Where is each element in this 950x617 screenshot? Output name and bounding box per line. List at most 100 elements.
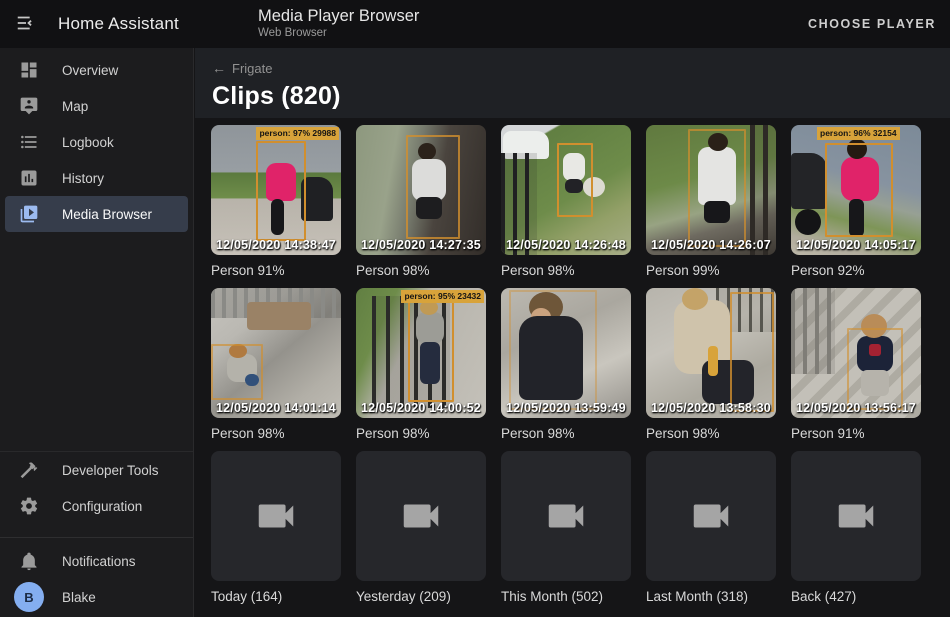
clip-timestamp: 12/05/2020 13:58:30 [651, 401, 771, 415]
app-bar: Home Assistant Media Player Browser Web … [0, 0, 950, 48]
sidebar-bottom: Developer Tools Configuration Notificati… [0, 451, 193, 617]
sidebar-item-logbook[interactable]: Logbook [5, 124, 188, 160]
clip-card[interactable]: 12/05/2020 13:56:17 Person 91% [791, 288, 921, 441]
thumbnail-art [791, 153, 827, 209]
tooltip-account-icon [17, 94, 41, 118]
clip-timestamp: 12/05/2020 13:56:17 [796, 401, 916, 415]
folder-card-today[interactable]: Today (164) [211, 451, 341, 604]
clip-caption: Person 92% [791, 263, 921, 278]
chart-box-icon [17, 166, 41, 190]
sidebar-item-label: Map [62, 99, 88, 114]
detection-box [825, 143, 893, 237]
folder-tile[interactable] [646, 451, 776, 581]
folder-tile[interactable] [791, 451, 921, 581]
clip-caption: Person 99% [646, 263, 776, 278]
sidebar-item-overview[interactable]: Overview [5, 52, 188, 88]
folder-tile[interactable] [211, 451, 341, 581]
sidebar-item-user-profile[interactable]: B Blake [5, 579, 188, 615]
home-assistant-app: Home Assistant Media Player Browser Web … [0, 0, 950, 617]
clip-thumbnail[interactable]: 12/05/2020 14:27:35 [356, 125, 486, 255]
clip-card[interactable]: 12/05/2020 13:59:49 Person 98% [501, 288, 631, 441]
sidebar: Overview Map Logbook History [0, 48, 194, 617]
play-box-multiple-icon [17, 202, 41, 226]
clip-caption: Person 98% [501, 263, 631, 278]
breadcrumb-label: Frigate [232, 61, 272, 76]
video-camera-icon [833, 493, 879, 539]
clip-caption: Person 98% [646, 426, 776, 441]
clip-card[interactable]: person: 96% 32154 12/05/2020 14:05:17 Pe… [791, 125, 921, 278]
folder-card-last-month[interactable]: Last Month (318) [646, 451, 776, 604]
clip-thumbnail[interactable]: 12/05/2020 14:26:48 [501, 125, 631, 255]
clip-card[interactable]: person: 95% 23432 12/05/2020 14:00:52 Pe… [356, 288, 486, 441]
sidebar-item-media-browser[interactable]: Media Browser [5, 196, 188, 232]
clip-timestamp: 12/05/2020 14:27:35 [361, 238, 481, 252]
sidebar-toggle-button[interactable] [6, 4, 46, 44]
user-name-label: Blake [62, 590, 96, 605]
media-player-subtitle: Web Browser [258, 27, 419, 39]
clip-timestamp: 12/05/2020 14:01:14 [216, 401, 336, 415]
folder-card-back[interactable]: Back (427) [791, 451, 921, 604]
sidebar-item-notifications[interactable]: Notifications [5, 543, 188, 579]
thumbnail-art [750, 125, 776, 255]
detection-box [688, 129, 746, 247]
detection-box [256, 141, 306, 241]
sidebar-item-label: Configuration [62, 499, 142, 514]
sidebar-divider [0, 537, 193, 538]
clip-timestamp: 12/05/2020 14:26:07 [651, 238, 771, 252]
clip-caption: Person 98% [356, 426, 486, 441]
hammer-icon [17, 458, 41, 482]
detection-box [730, 292, 774, 412]
sidebar-item-map[interactable]: Map [5, 88, 188, 124]
clip-thumbnail[interactable]: 12/05/2020 13:59:49 [501, 288, 631, 418]
clips-grid: person: 97% 29988 12/05/2020 14:38:47 Pe… [195, 118, 950, 604]
bell-icon [17, 549, 41, 573]
sidebar-toggle-icon [15, 12, 37, 37]
app-title: Home Assistant [58, 14, 179, 34]
sidebar-item-developer-tools[interactable]: Developer Tools [5, 452, 188, 488]
folder-tile[interactable] [501, 451, 631, 581]
choose-player-button[interactable]: CHOOSE PLAYER [808, 0, 936, 48]
detection-label: person: 95% 23432 [401, 290, 484, 303]
video-camera-icon [398, 493, 444, 539]
clip-thumbnail[interactable]: 12/05/2020 14:01:14 [211, 288, 341, 418]
back-arrow-icon: ← [212, 60, 226, 76]
sidebar-item-label: Overview [62, 63, 118, 78]
video-camera-icon [253, 493, 299, 539]
media-player-header: Media Player Browser Web Browser [258, 7, 419, 39]
detection-box [211, 344, 263, 400]
detection-label: person: 96% 32154 [817, 127, 900, 140]
video-camera-icon [688, 493, 734, 539]
breadcrumb-back[interactable]: ← Frigate [212, 60, 272, 76]
clip-caption: Person 91% [791, 426, 921, 441]
clip-card[interactable]: person: 97% 29988 12/05/2020 14:38:47 Pe… [211, 125, 341, 278]
folder-card-yesterday[interactable]: Yesterday (209) [356, 451, 486, 604]
clip-thumbnail[interactable]: 12/05/2020 13:58:30 [646, 288, 776, 418]
clip-thumbnail[interactable]: person: 96% 32154 12/05/2020 14:05:17 [791, 125, 921, 255]
clip-card[interactable]: 12/05/2020 14:27:35 Person 98% [356, 125, 486, 278]
thumbnail-art [791, 288, 835, 374]
detection-box [557, 143, 593, 217]
clip-timestamp: 12/05/2020 14:38:47 [216, 238, 336, 252]
clip-thumbnail[interactable]: 12/05/2020 14:26:07 [646, 125, 776, 255]
clip-card[interactable]: 12/05/2020 14:01:14 Person 98% [211, 288, 341, 441]
folder-card-this-month[interactable]: This Month (502) [501, 451, 631, 604]
clip-card[interactable]: 12/05/2020 14:26:07 Person 99% [646, 125, 776, 278]
clip-timestamp: 12/05/2020 14:00:52 [361, 401, 481, 415]
clip-thumbnail[interactable]: 12/05/2020 13:56:17 [791, 288, 921, 418]
clip-thumbnail[interactable]: person: 95% 23432 12/05/2020 14:00:52 [356, 288, 486, 418]
folder-label: Yesterday (209) [356, 589, 486, 604]
folder-label: Last Month (318) [646, 589, 776, 604]
sidebar-item-label: Developer Tools [62, 463, 159, 478]
detection-box [847, 328, 903, 410]
clip-card[interactable]: 12/05/2020 13:58:30 Person 98% [646, 288, 776, 441]
sidebar-item-configuration[interactable]: Configuration [5, 488, 188, 524]
clip-card[interactable]: 12/05/2020 14:26:48 Person 98% [501, 125, 631, 278]
detection-box [408, 298, 454, 402]
folder-tile[interactable] [356, 451, 486, 581]
sidebar-item-history[interactable]: History [5, 160, 188, 196]
folder-label: This Month (502) [501, 589, 631, 604]
clip-caption: Person 98% [211, 426, 341, 441]
detection-box [406, 135, 460, 239]
detection-label: person: 97% 29988 [256, 127, 339, 140]
clip-thumbnail[interactable]: person: 97% 29988 12/05/2020 14:38:47 [211, 125, 341, 255]
